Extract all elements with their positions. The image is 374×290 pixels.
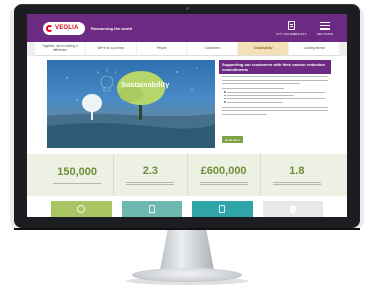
monitor-stand-base bbox=[132, 268, 242, 282]
stat-value: £600,000 bbox=[200, 165, 247, 177]
header-actions: CITY SCHEMES ETC SECTIONS bbox=[275, 20, 333, 36]
document-icon bbox=[287, 20, 295, 30]
hero-image-word: Sustainability bbox=[121, 82, 170, 89]
menu-icon bbox=[319, 21, 330, 30]
hero-image: Sustainability bbox=[47, 60, 215, 148]
text-line bbox=[222, 76, 328, 78]
stat-item: 150,000 bbox=[41, 154, 115, 196]
header-action-document[interactable]: CITY SCHEMES ETC bbox=[275, 20, 307, 36]
tile-recycle[interactable] bbox=[51, 201, 112, 217]
stat-caption bbox=[272, 180, 321, 185]
logo-text: VEOLIA bbox=[55, 25, 79, 31]
recycle-icon bbox=[77, 205, 86, 213]
monitor-chin bbox=[14, 228, 360, 230]
tagline: Resourcing the world bbox=[91, 25, 132, 31]
text-line bbox=[222, 113, 267, 115]
text-line bbox=[222, 79, 328, 81]
tab-journey[interactable]: We're on a journey bbox=[85, 42, 136, 56]
text-line bbox=[222, 88, 284, 90]
document-icon bbox=[219, 205, 226, 213]
feature-tiles bbox=[27, 196, 347, 217]
hero-section: Sustainability Supporting our customers … bbox=[27, 56, 347, 154]
tile-document[interactable] bbox=[192, 201, 253, 217]
bullet-line bbox=[224, 97, 325, 100]
monitor-screen: VEOLIA Resourcing the world CITY SCHEMES… bbox=[27, 14, 347, 217]
stat-caption bbox=[126, 180, 175, 185]
tile-bulb[interactable] bbox=[262, 201, 323, 217]
stats-strip: 150,000 2.3 £600,000 1.8 bbox=[27, 154, 347, 196]
battery-icon bbox=[148, 205, 155, 213]
text-line bbox=[222, 106, 328, 108]
bullet-line bbox=[223, 94, 295, 97]
header-action-label: CITY SCHEMES ETC bbox=[275, 31, 307, 36]
stat-item: 1.8 bbox=[261, 154, 333, 196]
veolia-logo[interactable]: VEOLIA bbox=[43, 21, 85, 35]
site-header: VEOLIA Resourcing the world CITY SCHEMES… bbox=[27, 14, 347, 42]
bulb-icon bbox=[289, 205, 296, 213]
header-action-menu[interactable]: SECTIONS bbox=[316, 21, 333, 36]
lightbulb-sketch bbox=[96, 68, 118, 92]
hero-title: Supporting our customers with their carb… bbox=[219, 60, 331, 74]
tile-battery[interactable] bbox=[121, 201, 182, 217]
tab-sustainability[interactable]: Sustainability bbox=[238, 42, 289, 56]
text-line bbox=[222, 110, 328, 112]
read-more-button[interactable]: Read More bbox=[222, 136, 243, 143]
text-line bbox=[222, 82, 301, 85]
tab-looking-ahead[interactable]: Looking ahead bbox=[289, 42, 339, 56]
stat-caption bbox=[53, 181, 102, 184]
logo-mark-icon bbox=[46, 24, 53, 32]
header-action-label: SECTIONS bbox=[316, 31, 333, 36]
stat-value: 150,000 bbox=[57, 166, 97, 179]
tab-making-a-difference[interactable]: Together, we're making a difference bbox=[35, 42, 85, 56]
bullet-line bbox=[224, 91, 325, 93]
monitor-stand-neck bbox=[160, 230, 214, 270]
stat-caption bbox=[199, 180, 248, 185]
stat-item: £600,000 bbox=[188, 154, 261, 196]
section-nav: Together, we're making a difference We'r… bbox=[27, 42, 347, 56]
camera-dot bbox=[186, 7, 189, 10]
stat-value: 1.8 bbox=[289, 165, 305, 177]
tab-customers[interactable]: Customers bbox=[187, 42, 238, 56]
hero-text-panel: Supporting our customers with their carb… bbox=[219, 60, 331, 148]
hero-illustration bbox=[47, 67, 215, 148]
stat-item: 2.3 bbox=[114, 154, 188, 196]
green-tree bbox=[117, 71, 165, 120]
bullet-line bbox=[224, 101, 283, 104]
tab-people[interactable]: People bbox=[136, 42, 187, 56]
stat-value: 2.3 bbox=[142, 165, 159, 177]
